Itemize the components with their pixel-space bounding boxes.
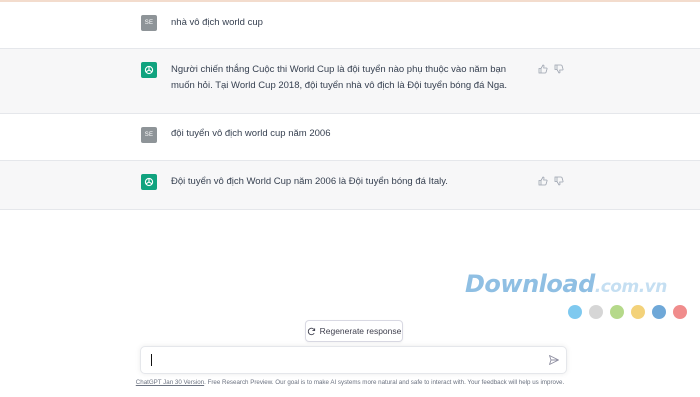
watermark-dot [568, 305, 582, 319]
user-message: SE nhà vô địch world cup [0, 2, 700, 49]
openai-logo-icon [141, 174, 157, 190]
thumbs-up-icon[interactable] [538, 176, 548, 186]
message-text: đội tuyển vô địch world cup năm 2006 [171, 128, 331, 139]
watermark-logo: Download.com.vn [465, 270, 667, 298]
assistant-message: Người chiến thắng Cuộc thi World Cup là … [0, 49, 700, 114]
message-text: Người chiến thắng Cuộc thi World Cup là … [171, 64, 508, 91]
send-icon[interactable] [548, 354, 560, 366]
watermark-domain: .com.vn [594, 277, 668, 297]
user-avatar: SE [141, 15, 157, 31]
watermark-dot [652, 305, 666, 319]
watermark-dot [631, 305, 645, 319]
feedback-group [538, 176, 564, 186]
thumbs-down-icon[interactable] [554, 176, 564, 186]
footer-text: . Free Research Preview. Our goal is to … [204, 379, 565, 386]
watermark-dot [589, 305, 603, 319]
openai-logo-icon [141, 62, 157, 78]
regenerate-label: Regenerate response [319, 326, 402, 336]
feedback-group [538, 64, 564, 74]
thumbs-up-icon[interactable] [538, 64, 548, 74]
watermark-dot [610, 305, 624, 319]
message-text: Đội tuyển vô địch World Cup năm 2006 là … [171, 176, 448, 187]
message-input[interactable] [140, 346, 567, 374]
regenerate-button[interactable]: Regenerate response [305, 320, 403, 342]
version-link[interactable]: ChatGPT Jan 30 Version [136, 379, 204, 386]
thumbs-down-icon[interactable] [554, 64, 564, 74]
watermark-dot [673, 305, 687, 319]
refresh-icon [307, 327, 315, 335]
watermark-dots [568, 305, 687, 319]
footer-disclaimer: ChatGPT Jan 30 Version. Free Research Pr… [0, 379, 700, 386]
watermark-brand: Download [465, 270, 595, 298]
user-message: SE đội tuyển vô địch world cup năm 2006 [0, 114, 700, 161]
message-text: nhà vô địch world cup [171, 17, 263, 28]
text-caret [151, 354, 152, 366]
user-avatar: SE [141, 127, 157, 143]
assistant-message: Đội tuyển vô địch World Cup năm 2006 là … [0, 161, 700, 210]
